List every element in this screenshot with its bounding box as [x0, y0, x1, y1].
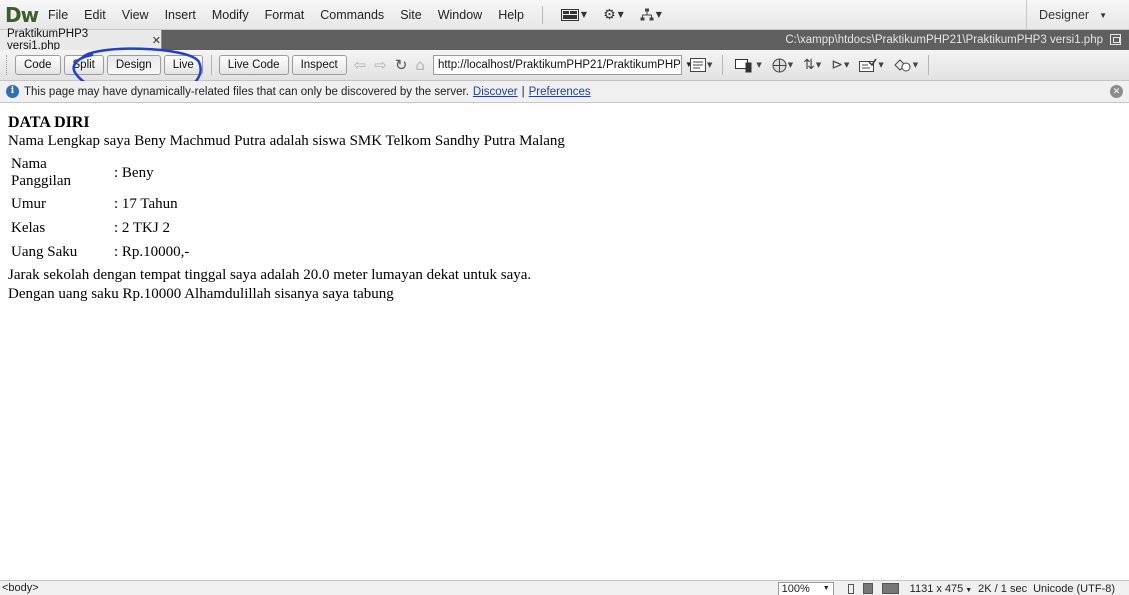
gear-icon[interactable]: ⚙ ▼: [603, 7, 624, 23]
window-size[interactable]: 1131 x 475 ▼: [910, 583, 973, 595]
menu-help[interactable]: Help: [490, 0, 532, 30]
forward-arrow-icon[interactable]: ⇨: [374, 56, 387, 74]
tag-selector[interactable]: <body>: [2, 582, 39, 594]
info-message: This page may have dynamically-related f…: [24, 85, 469, 98]
download-size: 2K / 1 sec: [978, 582, 1028, 595]
code-view-button[interactable]: Code: [15, 55, 61, 75]
live-code-button[interactable]: Live Code: [218, 55, 289, 75]
chevron-down-icon: ▼: [822, 584, 830, 592]
file-path: C:\xampp\htdocs\PraktikumPHP21\Praktikum…: [785, 34, 1103, 46]
status-bar: <body> 100% ▼ 1131 x 475 ▼ 2K / 1 sec Un…: [0, 580, 1129, 595]
dreamweaver-window: Dw File Edit View Insert Modify Format C…: [0, 0, 1129, 595]
toolbar-separator: [210, 55, 212, 75]
toolbar-grip[interactable]: [6, 55, 9, 75]
mobile-size-icon[interactable]: [847, 583, 854, 594]
menu-separator: [541, 5, 543, 24]
browser-options-icon[interactable]: ▼: [689, 58, 712, 72]
design-view[interactable]: DATA DIRI Nama Lengkap saya Beny Machmud…: [0, 104, 1129, 580]
document-tab-bar: PraktikumPHP3 versi1.php ✕ C:\xampp\htdo…: [0, 28, 1129, 52]
toolbar-separator: [928, 55, 930, 75]
workspace-label: Designer: [1039, 8, 1090, 22]
visual-aids-icon[interactable]: ⊳ ▼: [831, 57, 849, 73]
validate-markup-icon[interactable]: ▼: [859, 58, 884, 72]
design-view-button[interactable]: Design: [106, 55, 161, 75]
info-bar: i This page may have dynamically-related…: [0, 81, 1129, 103]
table-cell-value: : Beny: [114, 164, 154, 181]
address-field[interactable]: http://localhost/PraktikumPHP21/Praktiku…: [432, 55, 693, 75]
menu-commands[interactable]: Commands: [312, 0, 392, 30]
page-heading: DATA DIRI: [8, 114, 90, 131]
status-bar-right: 100% ▼ 1131 x 475 ▼ 2K / 1 sec Unicode (…: [777, 581, 1121, 595]
address-value: http://localhost/PraktikumPHP21/Praktiku…: [437, 59, 681, 71]
zoom-value: 100%: [781, 582, 810, 595]
table-cell-value: : Rp.10000,-: [114, 244, 190, 260]
refresh-icon[interactable]: ↻: [395, 56, 408, 74]
allowance-text: Dengan uang saku Rp.10000 Alhamdulillah …: [8, 286, 394, 302]
table-row: Nama Panggilan : Beny: [10, 155, 190, 191]
data-table: Nama Panggilan : Beny Umur : 17 Tahun Ke…: [7, 152, 193, 266]
table-row: Uang Saku : Rp.10000,-: [10, 242, 190, 263]
check-browser-compatibility-icon[interactable]: ▼: [894, 58, 918, 72]
menu-view[interactable]: View: [114, 0, 157, 30]
inspect-button[interactable]: Inspect: [291, 55, 347, 75]
menu-insert[interactable]: Insert: [157, 0, 204, 30]
chevron-down-icon: ▼: [1099, 10, 1107, 20]
close-icon[interactable]: ✕: [1110, 85, 1123, 98]
workspace-switcher[interactable]: Designer ▼: [1026, 0, 1129, 30]
table-row: Umur : 17 Tahun: [10, 194, 190, 215]
table-row: Kelas : 2 TKJ 2: [10, 218, 190, 239]
distance-text: Jarak sekolah dengan tempat tinggal saya…: [8, 267, 532, 283]
info-separator: |: [521, 85, 525, 98]
layout-icon[interactable]: ▼: [560, 8, 587, 21]
zoom-select[interactable]: 100% ▼: [777, 581, 834, 595]
menu-format[interactable]: Format: [257, 0, 313, 30]
chevron-down-icon: ▼: [963, 586, 973, 594]
restore-window-icon[interactable]: [1110, 34, 1121, 45]
menu-bar: Dw File Edit View Insert Modify Format C…: [0, 0, 1129, 30]
desktop-size-icon[interactable]: [881, 583, 899, 594]
document-tab[interactable]: PraktikumPHP3 versi1.php ✕: [0, 28, 162, 52]
menu-file[interactable]: File: [40, 0, 76, 30]
tablet-size-icon[interactable]: [862, 583, 873, 594]
multiscreen-icon[interactable]: ▼: [735, 57, 762, 73]
window-size-value: 1131 x 475: [909, 582, 964, 595]
live-view-button[interactable]: Live: [163, 55, 203, 75]
dreamweaver-logo: Dw: [5, 2, 39, 27]
table-cell-value: : 17 Tahun: [114, 196, 178, 212]
table-cell-label: Nama Panggilan: [11, 156, 71, 189]
preview-browser-icon[interactable]: ▼: [772, 58, 793, 73]
close-icon[interactable]: ✕: [152, 34, 161, 47]
info-icon: i: [6, 85, 19, 98]
encoding: Unicode (UTF-8): [1033, 582, 1115, 595]
table-cell-label: Kelas: [11, 220, 46, 236]
split-view-button[interactable]: Split: [63, 55, 104, 75]
menu-window[interactable]: Window: [430, 0, 490, 30]
file-management-icon[interactable]: ⇅ ▼: [803, 57, 821, 73]
preferences-link[interactable]: Preferences: [529, 86, 591, 98]
toolbar-separator: [722, 55, 724, 75]
document-tab-label: PraktikumPHP3 versi1.php: [7, 28, 89, 52]
discover-link[interactable]: Discover: [473, 86, 518, 98]
intro-text: Nama Lengkap saya Beny Machmud Putra ada…: [8, 133, 565, 149]
document-toolbar: Code Split Design Live Live Code Inspect…: [0, 50, 1129, 81]
table-cell-value: : 2 TKJ 2: [114, 220, 170, 236]
menu-edit[interactable]: Edit: [76, 0, 114, 30]
back-arrow-icon[interactable]: ⇦: [354, 56, 367, 74]
home-icon[interactable]: ⌂: [415, 56, 425, 74]
table-cell-label: Umur: [11, 196, 46, 212]
site-tree-icon[interactable]: ▼: [640, 8, 662, 22]
menu-site[interactable]: Site: [392, 0, 430, 30]
menu-modify[interactable]: Modify: [204, 0, 257, 30]
table-cell-label: Uang Saku: [11, 244, 78, 260]
